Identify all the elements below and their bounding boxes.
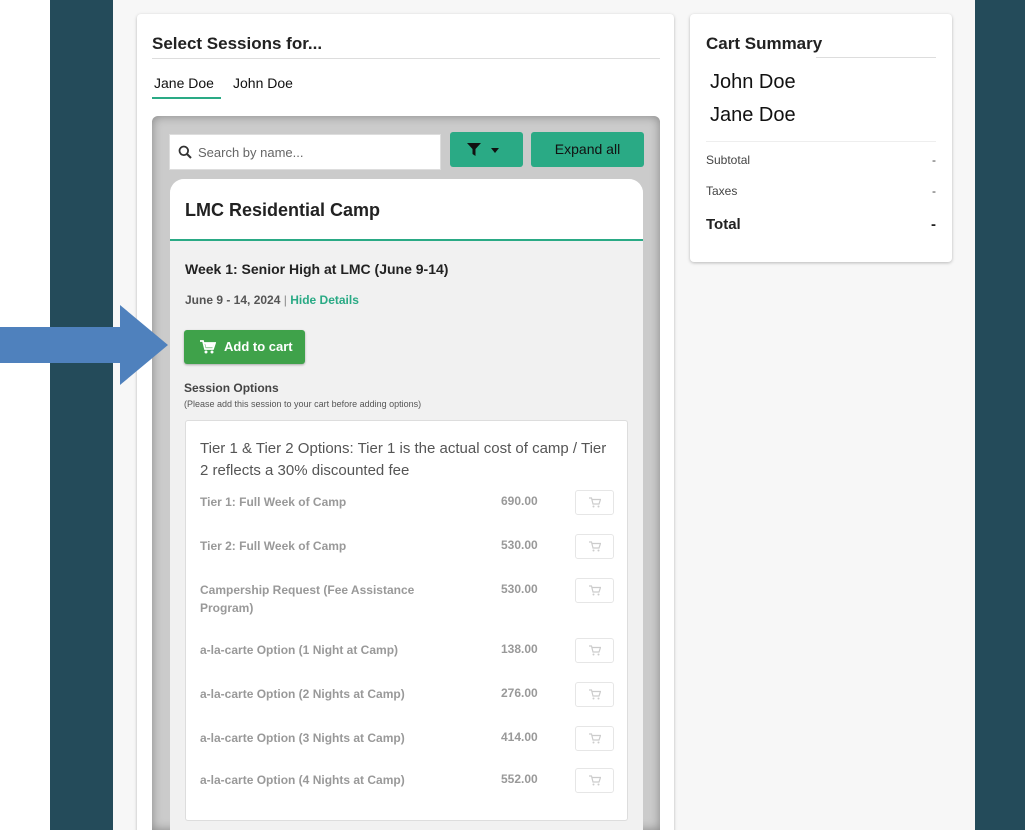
- option-cart-button[interactable]: [575, 534, 614, 559]
- arrow-right-icon: [0, 305, 168, 385]
- cart-person-name: John Doe: [710, 71, 796, 93]
- total-value: -: [931, 216, 936, 233]
- expand-all-button[interactable]: Expand all: [531, 132, 644, 167]
- cart-person-name: Jane Doe: [710, 104, 796, 126]
- subtotal-label: Subtotal: [706, 153, 751, 167]
- left-frame: [50, 0, 113, 830]
- divider: [816, 57, 936, 58]
- cart-icon: [589, 497, 601, 508]
- option-cart-button[interactable]: [575, 578, 614, 603]
- divider: [706, 141, 936, 142]
- subtotal-value: -: [932, 153, 936, 167]
- session-options-title: Session Options: [184, 381, 279, 395]
- caret-down-icon: [491, 148, 499, 153]
- hide-details-link[interactable]: Hide Details: [290, 293, 359, 307]
- cart-summary-title: Cart Summary: [706, 34, 823, 53]
- separator: |: [283, 293, 287, 307]
- option-price: 530.00: [501, 582, 538, 596]
- option-price: 530.00: [501, 538, 538, 552]
- session-dates: June 9 - 14, 2024: [185, 293, 281, 307]
- option-label: Campership Request (Fee Assistance Progr…: [200, 583, 415, 615]
- option-label: a-la-carte Option (2 Nights at Camp): [200, 687, 405, 701]
- option-price: 552.00: [501, 772, 538, 786]
- total-label: Total: [706, 216, 741, 233]
- options-heading: Tier 1 & Tier 2 Options: Tier 1 is the a…: [200, 440, 607, 479]
- right-frame: [975, 0, 1025, 830]
- taxes-value: -: [932, 184, 936, 198]
- cart-icon: [589, 689, 601, 700]
- session-dates-line: June 9 - 14, 2024 | Hide Details: [185, 293, 359, 307]
- divider: [152, 58, 660, 59]
- option-cart-button[interactable]: [575, 768, 614, 793]
- camp-header-rule: [170, 239, 643, 241]
- cart-icon: [589, 645, 601, 656]
- option-price: 138.00: [501, 642, 538, 656]
- option-price: 276.00: [501, 686, 538, 700]
- option-price: 414.00: [501, 730, 538, 744]
- tab-jane-doe[interactable]: Jane Doe: [154, 75, 214, 91]
- filter-icon: [467, 143, 481, 156]
- option-label: Tier 2: Full Week of Camp: [200, 539, 347, 553]
- cart-icon: [589, 585, 601, 596]
- add-to-cart-label: Add to cart: [224, 339, 293, 354]
- session-title: Week 1: Senior High at LMC (June 9-14): [185, 261, 449, 277]
- option-cart-button[interactable]: [575, 638, 614, 663]
- cart-icon: [589, 541, 601, 552]
- camp-title: LMC Residential Camp: [185, 200, 381, 220]
- option-cart-button[interactable]: [575, 726, 614, 751]
- option-label: a-la-carte Option (3 Nights at Camp): [200, 731, 405, 745]
- option-label: Tier 1: Full Week of Camp: [200, 495, 347, 509]
- search-input[interactable]: [198, 137, 434, 167]
- sessions-title: Select Sessions for...: [152, 34, 323, 53]
- option-label: a-la-carte Option (4 Nights at Camp): [200, 773, 405, 787]
- cart-icon: [200, 340, 216, 354]
- screen: Select Sessions for... Jane Doe John Doe…: [0, 0, 1025, 830]
- taxes-label: Taxes: [706, 184, 738, 198]
- option-label: a-la-carte Option (1 Night at Camp): [200, 643, 399, 657]
- tab-john-doe[interactable]: John Doe: [233, 75, 293, 91]
- option-price: 690.00: [501, 494, 538, 508]
- search-icon: [178, 145, 192, 159]
- session-options-note: (Please add this session to your cart be…: [184, 399, 422, 409]
- option-cart-button[interactable]: [575, 490, 614, 515]
- option-cart-button[interactable]: [575, 682, 614, 707]
- cart-icon: [589, 775, 601, 786]
- active-tab-indicator: [152, 97, 221, 99]
- filter-button[interactable]: [450, 132, 523, 167]
- cart-icon: [589, 733, 601, 744]
